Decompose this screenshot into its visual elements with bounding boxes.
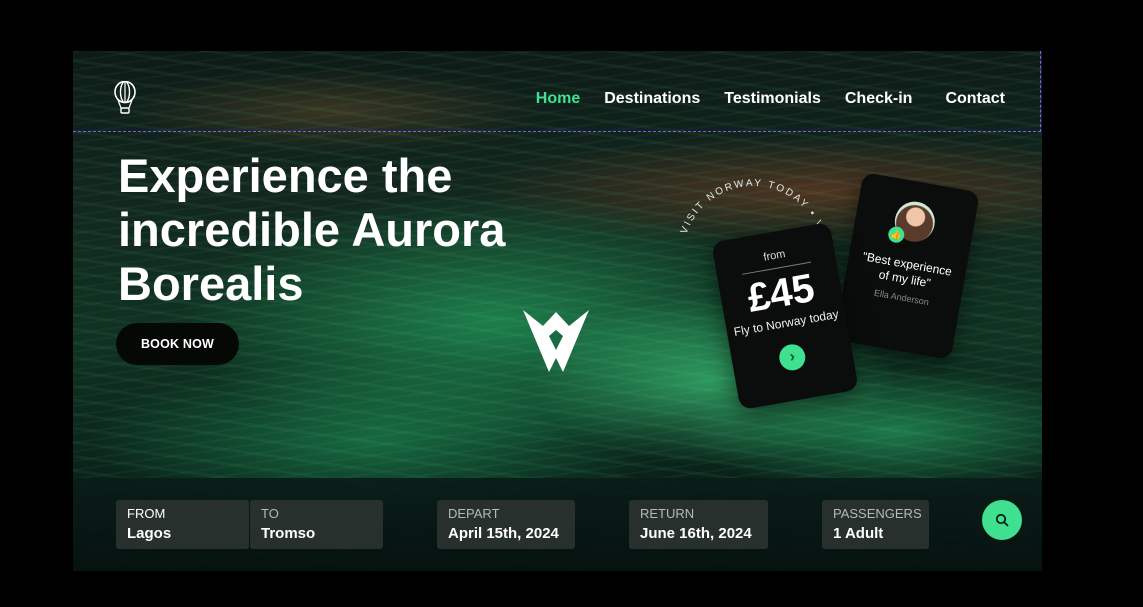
field-value: 1 Adult	[833, 525, 884, 542]
return-field[interactable]: RETURN June 16th, 2024	[629, 500, 768, 549]
to-field[interactable]: TO Tromso	[250, 500, 383, 549]
nav-home[interactable]: Home	[536, 90, 580, 108]
nav-contact[interactable]: Contact	[945, 90, 1005, 108]
nav-testimonials[interactable]: Testimonials	[724, 90, 821, 108]
hero-frame: Home Destinations Testimonials Check-in …	[73, 51, 1042, 571]
search-icon	[995, 513, 1009, 527]
depart-field[interactable]: DEPART April 15th, 2024	[437, 500, 575, 549]
field-value: Tromso	[261, 525, 316, 542]
field-value: April 15th, 2024	[448, 525, 559, 542]
thumbs-up-icon: 👍	[887, 225, 906, 244]
chevron-right-icon[interactable]: ›	[777, 342, 808, 373]
hot-air-balloon-icon[interactable]	[113, 81, 137, 115]
search-button[interactable]	[982, 500, 1022, 540]
passengers-field[interactable]: PASSENGERS 1 Adult	[822, 500, 929, 549]
book-now-button[interactable]: BOOK NOW	[116, 323, 239, 365]
field-value: June 16th, 2024	[640, 525, 752, 542]
field-label: FROM	[127, 506, 166, 521]
brand-v-logo-icon	[523, 310, 589, 372]
flight-search-bar: FROM Lagos TO Tromso DEPART April 15th, …	[73, 478, 1042, 571]
from-field[interactable]: FROM Lagos	[116, 500, 249, 549]
nav-destinations[interactable]: Destinations	[604, 90, 700, 108]
field-label: DEPART	[448, 506, 500, 521]
field-label: PASSENGERS	[833, 506, 922, 521]
avatar: 👍	[887, 198, 938, 245]
main-nav: Home Destinations Testimonials Check-in …	[536, 90, 1005, 108]
nav-check-in[interactable]: Check-in	[845, 90, 913, 108]
field-label: RETURN	[640, 506, 695, 521]
field-value: Lagos	[127, 525, 172, 542]
hero-title: Experience the incredible Aurora Boreali…	[118, 149, 506, 310]
field-label: TO	[261, 506, 279, 521]
